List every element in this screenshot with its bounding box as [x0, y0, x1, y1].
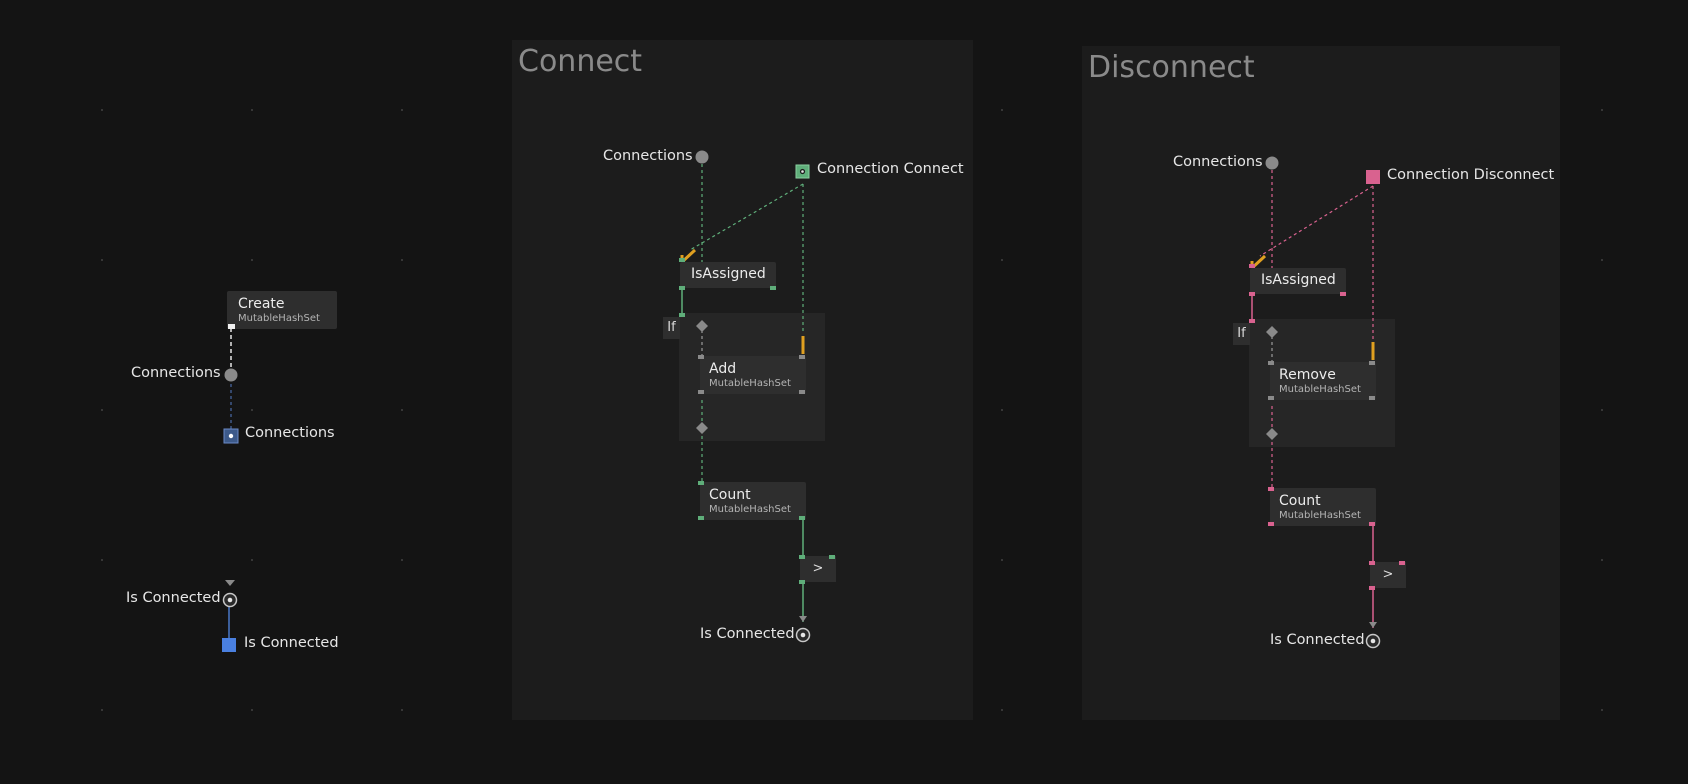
disconnect-remove-output-port[interactable]: [1369, 396, 1375, 400]
disconnect-isassigned-flow-port[interactable]: [1249, 292, 1255, 296]
disconnect-is-connected-label: Is Connected: [1270, 632, 1365, 648]
disconnect-event-port-icon[interactable]: [1366, 170, 1380, 184]
disconnect-compare-input-b-port[interactable]: [1399, 561, 1405, 565]
disconnect-count-node-title: Count: [1279, 493, 1321, 509]
disconnect-compare-node[interactable]: >: [1370, 562, 1406, 588]
graph-canvas[interactable]: Create MutableHashSet Connections Connec…: [0, 0, 1688, 784]
disconnect-remove-node[interactable]: Remove MutableHashSet: [1270, 362, 1376, 400]
disconnect-isassigned-title: IsAssigned: [1261, 272, 1336, 288]
disconnect-remove-flow-port[interactable]: [1268, 396, 1274, 400]
disconnect-compare-output-port[interactable]: [1369, 586, 1375, 590]
disconnect-remove-input-port[interactable]: [1268, 361, 1274, 365]
disconnect-wires: [1250, 170, 1377, 628]
disconnect-count-input-port[interactable]: [1268, 487, 1274, 491]
disconnect-isassigned-output-port[interactable]: [1340, 292, 1346, 296]
disconnect-isassigned-node[interactable]: IsAssigned: [1250, 268, 1346, 294]
disconnect-is-connected-port[interactable]: [1365, 633, 1381, 649]
disconnect-compare-label: >: [1382, 567, 1394, 582]
disconnect-if-true-diamond-icon[interactable]: [1265, 325, 1279, 339]
disconnect-count-output-port[interactable]: [1369, 522, 1375, 526]
disconnect-connections-port[interactable]: [1264, 155, 1280, 171]
disconnect-count-node[interactable]: Count MutableHashSet: [1270, 488, 1376, 526]
disconnect-if-node[interactable]: If: [1233, 323, 1250, 345]
disconnect-if-label: If: [1237, 326, 1246, 341]
disconnect-if-false-diamond-icon[interactable]: [1265, 427, 1279, 441]
disconnect-remove-node-subtitle: MutableHashSet: [1279, 384, 1361, 395]
disconnect-count-node-subtitle: MutableHashSet: [1279, 510, 1361, 521]
disconnect-event-label: Connection Disconnect: [1387, 167, 1555, 183]
disconnect-remove-node-title: Remove: [1279, 367, 1336, 383]
disconnect-remove-value-port[interactable]: [1369, 361, 1375, 365]
disconnect-count-flow-port[interactable]: [1268, 522, 1274, 526]
disconnect-isassigned-input-port[interactable]: [1249, 264, 1255, 268]
disconnect-connections-label: Connections: [1173, 154, 1263, 170]
disconnect-compare-input-a-port[interactable]: [1369, 561, 1375, 565]
